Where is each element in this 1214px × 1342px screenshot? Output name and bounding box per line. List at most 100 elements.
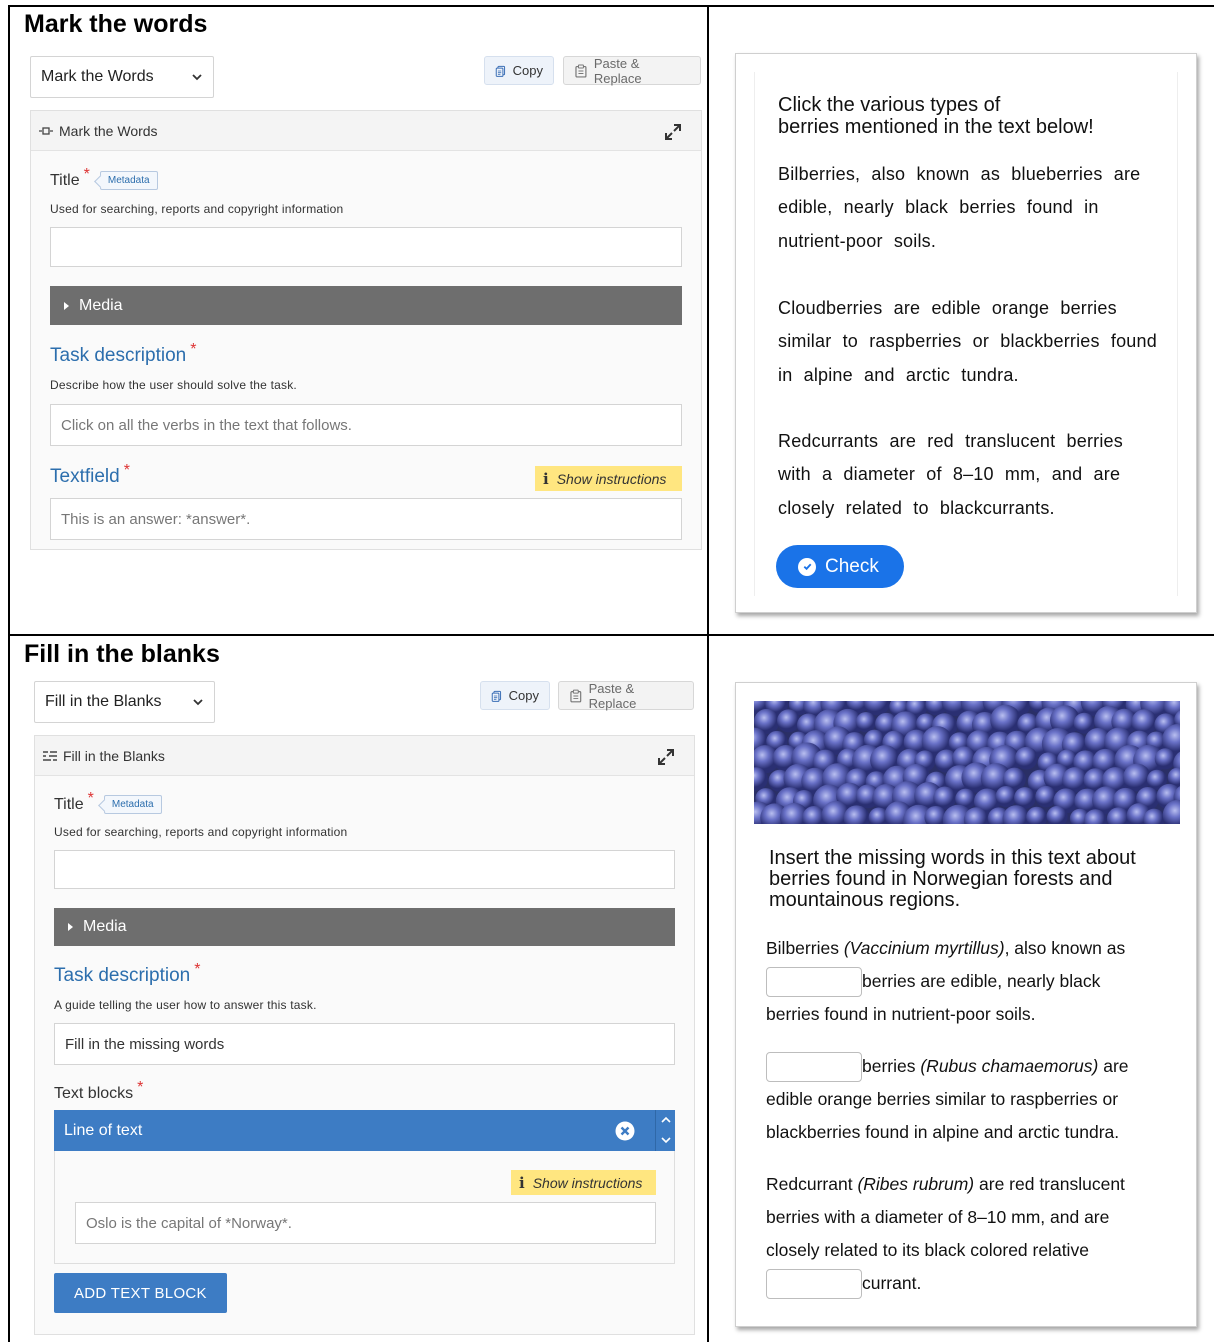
- text-fragment: are red translucent: [974, 1174, 1125, 1194]
- media-label: Media: [79, 296, 123, 314]
- fill-blanks-icon: [43, 750, 57, 761]
- text-blocks-label-text: Text blocks: [54, 1085, 134, 1102]
- text-fragment: Bilberries: [766, 938, 844, 958]
- title-description: Used for searching, reports and copyrigh…: [54, 825, 348, 839]
- check-button-label: Check: [825, 555, 879, 577]
- media-section-toggle[interactable]: Media: [54, 908, 675, 946]
- required-marker: *: [123, 462, 130, 479]
- text-fragment: berries with a diameter of 8–10 mm, and …: [766, 1207, 1110, 1227]
- berry-shape: [995, 785, 1017, 808]
- blank-input-2[interactable]: [766, 1052, 862, 1083]
- form-header: Fill in the Blanks: [35, 736, 694, 776]
- grid-center-line: [707, 5, 709, 1342]
- add-text-block-button[interactable]: ADD TEXT BLOCK: [54, 1273, 227, 1313]
- show-instructions-label: Show instructions: [532, 1174, 643, 1191]
- clipboard-icon: [575, 64, 587, 78]
- fib-paragraph-1: Bilberries (Vaccinium myrtillus), also k…: [766, 932, 1186, 1031]
- grid-top-line: [8, 5, 1214, 7]
- text-fragment: are: [1098, 1056, 1129, 1076]
- textfield-input[interactable]: This is an answer: *answer*.: [50, 498, 682, 540]
- content-type-select[interactable]: Fill in the Blanks: [34, 681, 215, 723]
- content-type-select-value: Mark the Words: [41, 68, 154, 85]
- task-description-help: Describe how the user should solve the t…: [50, 378, 297, 392]
- close-circle-icon[interactable]: [615, 1121, 635, 1141]
- latin-name: (Vaccinium myrtillus): [843, 938, 1005, 958]
- grid-middle-line: [8, 634, 1214, 636]
- question-line-1: Click the various types of: [778, 94, 1001, 116]
- chevron-down-icon: [193, 699, 203, 706]
- expand-icon[interactable]: [656, 747, 676, 767]
- berry-shape: [1154, 748, 1176, 770]
- form-header-title: Fill in the Blanks: [63, 747, 165, 764]
- form-header: Mark the Words: [31, 111, 701, 151]
- chevron-down-icon[interactable]: [656, 1130, 676, 1150]
- required-marker: *: [194, 961, 201, 978]
- berry-shape: [1035, 785, 1057, 808]
- text-fragment: berries: [862, 1056, 921, 1076]
- blank-input-3[interactable]: [766, 1269, 862, 1300]
- preview-paragraph-1[interactable]: Bilberries, also known as blueberries ar…: [778, 158, 1162, 258]
- mark-words-preview: Click the various types of berries menti…: [735, 53, 1197, 613]
- check-button[interactable]: Check: [776, 545, 904, 588]
- copy-button[interactable]: Copy: [480, 681, 550, 710]
- info-icon: i: [519, 1173, 525, 1192]
- section-heading-mark-the-words: Mark the words: [24, 10, 208, 38]
- paste-replace-button[interactable]: Paste & Replace: [558, 680, 694, 711]
- latin-name: (Rubus chamaemorus): [920, 1056, 1099, 1076]
- text-fragment: berries are edible, nearly black: [862, 971, 1101, 991]
- title-label-text: Title: [50, 171, 80, 189]
- line-of-text-body: i Show instructions Oslo is the capital …: [54, 1151, 675, 1264]
- fib-paragraph-2: berries (Rubus chamaemorus) are edible o…: [766, 1050, 1186, 1149]
- check-circle-icon: [798, 557, 816, 576]
- copy-button-label: Copy: [508, 688, 539, 703]
- required-marker: *: [83, 165, 90, 183]
- text-fragment: , also known as: [1004, 938, 1126, 958]
- text-fragment: Redcurrant: [766, 1174, 858, 1194]
- berry-shape: [777, 709, 800, 733]
- reorder-handle[interactable]: [655, 1110, 675, 1151]
- line-of-text-input[interactable]: Oslo is the capital of *Norway*.: [75, 1202, 656, 1244]
- title-description: Used for searching, reports and copyrigh…: [50, 202, 344, 216]
- title-input[interactable]: [54, 850, 675, 889]
- blank-input-1[interactable]: [766, 967, 862, 998]
- paste-button-label: Paste & Replace: [588, 680, 637, 711]
- line-of-text-label: Line of text: [64, 1121, 143, 1139]
- task-description-label: Task description *: [50, 341, 196, 367]
- required-marker: *: [190, 341, 197, 358]
- expand-icon[interactable]: [663, 122, 683, 142]
- chevron-up-icon[interactable]: [656, 1110, 676, 1130]
- metadata-tag[interactable]: Metadata: [99, 171, 158, 190]
- metadata-tag[interactable]: Metadata: [103, 795, 162, 814]
- paste-replace-button[interactable]: Paste & Replace: [563, 56, 701, 86]
- title-input[interactable]: [50, 227, 682, 267]
- title-label: Title * Metadata: [54, 790, 162, 814]
- show-instructions-button[interactable]: i Show instructions: [535, 466, 682, 491]
- show-instructions-label: Show instructions: [556, 470, 667, 487]
- textfield-label: Textfield *: [50, 462, 130, 488]
- task-description-input[interactable]: Fill in the missing words: [54, 1023, 675, 1065]
- task-description-input[interactable]: Click on all the verbs in the text that …: [50, 404, 682, 446]
- line-of-text-header[interactable]: Line of text: [54, 1110, 655, 1151]
- title-label-text: Title: [54, 795, 84, 813]
- content-type-select-value: Fill in the Blanks: [45, 693, 162, 710]
- mark-words-form: Mark the Words Title * Metadata Used for …: [30, 110, 702, 550]
- question-line-2: berries found in Norwegian forests and: [769, 868, 1113, 890]
- task-description-label: Task description *: [54, 961, 200, 987]
- media-section-toggle[interactable]: Media: [50, 286, 682, 325]
- berry-shape: [1131, 709, 1158, 736]
- latin-name: (Ribes rubrum): [857, 1174, 975, 1194]
- text-fragment: currant.: [862, 1273, 922, 1293]
- task-description-label-text: Task description: [50, 345, 187, 366]
- caret-right-icon: [68, 923, 73, 931]
- fib-paragraph-3: Redcurrant (Ribes rubrum) are red transl…: [766, 1168, 1186, 1300]
- chevron-down-icon: [192, 74, 202, 81]
- preview-paragraph-2[interactable]: Cloudberries are edible orange berries s…: [778, 292, 1162, 392]
- fill-blanks-preview: Insert the missing words in this text ab…: [735, 682, 1197, 1327]
- content-type-select[interactable]: Mark the Words: [30, 56, 214, 98]
- copy-button[interactable]: Copy: [484, 56, 554, 85]
- text-blocks-label: Text blocks *: [54, 1079, 143, 1103]
- media-label: Media: [83, 918, 127, 935]
- question-line-1: Insert the missing words in this text ab…: [769, 847, 1136, 869]
- show-instructions-button[interactable]: i Show instructions: [511, 1170, 656, 1195]
- preview-paragraph-3[interactable]: Redcurrants are red translucent berries …: [778, 425, 1162, 525]
